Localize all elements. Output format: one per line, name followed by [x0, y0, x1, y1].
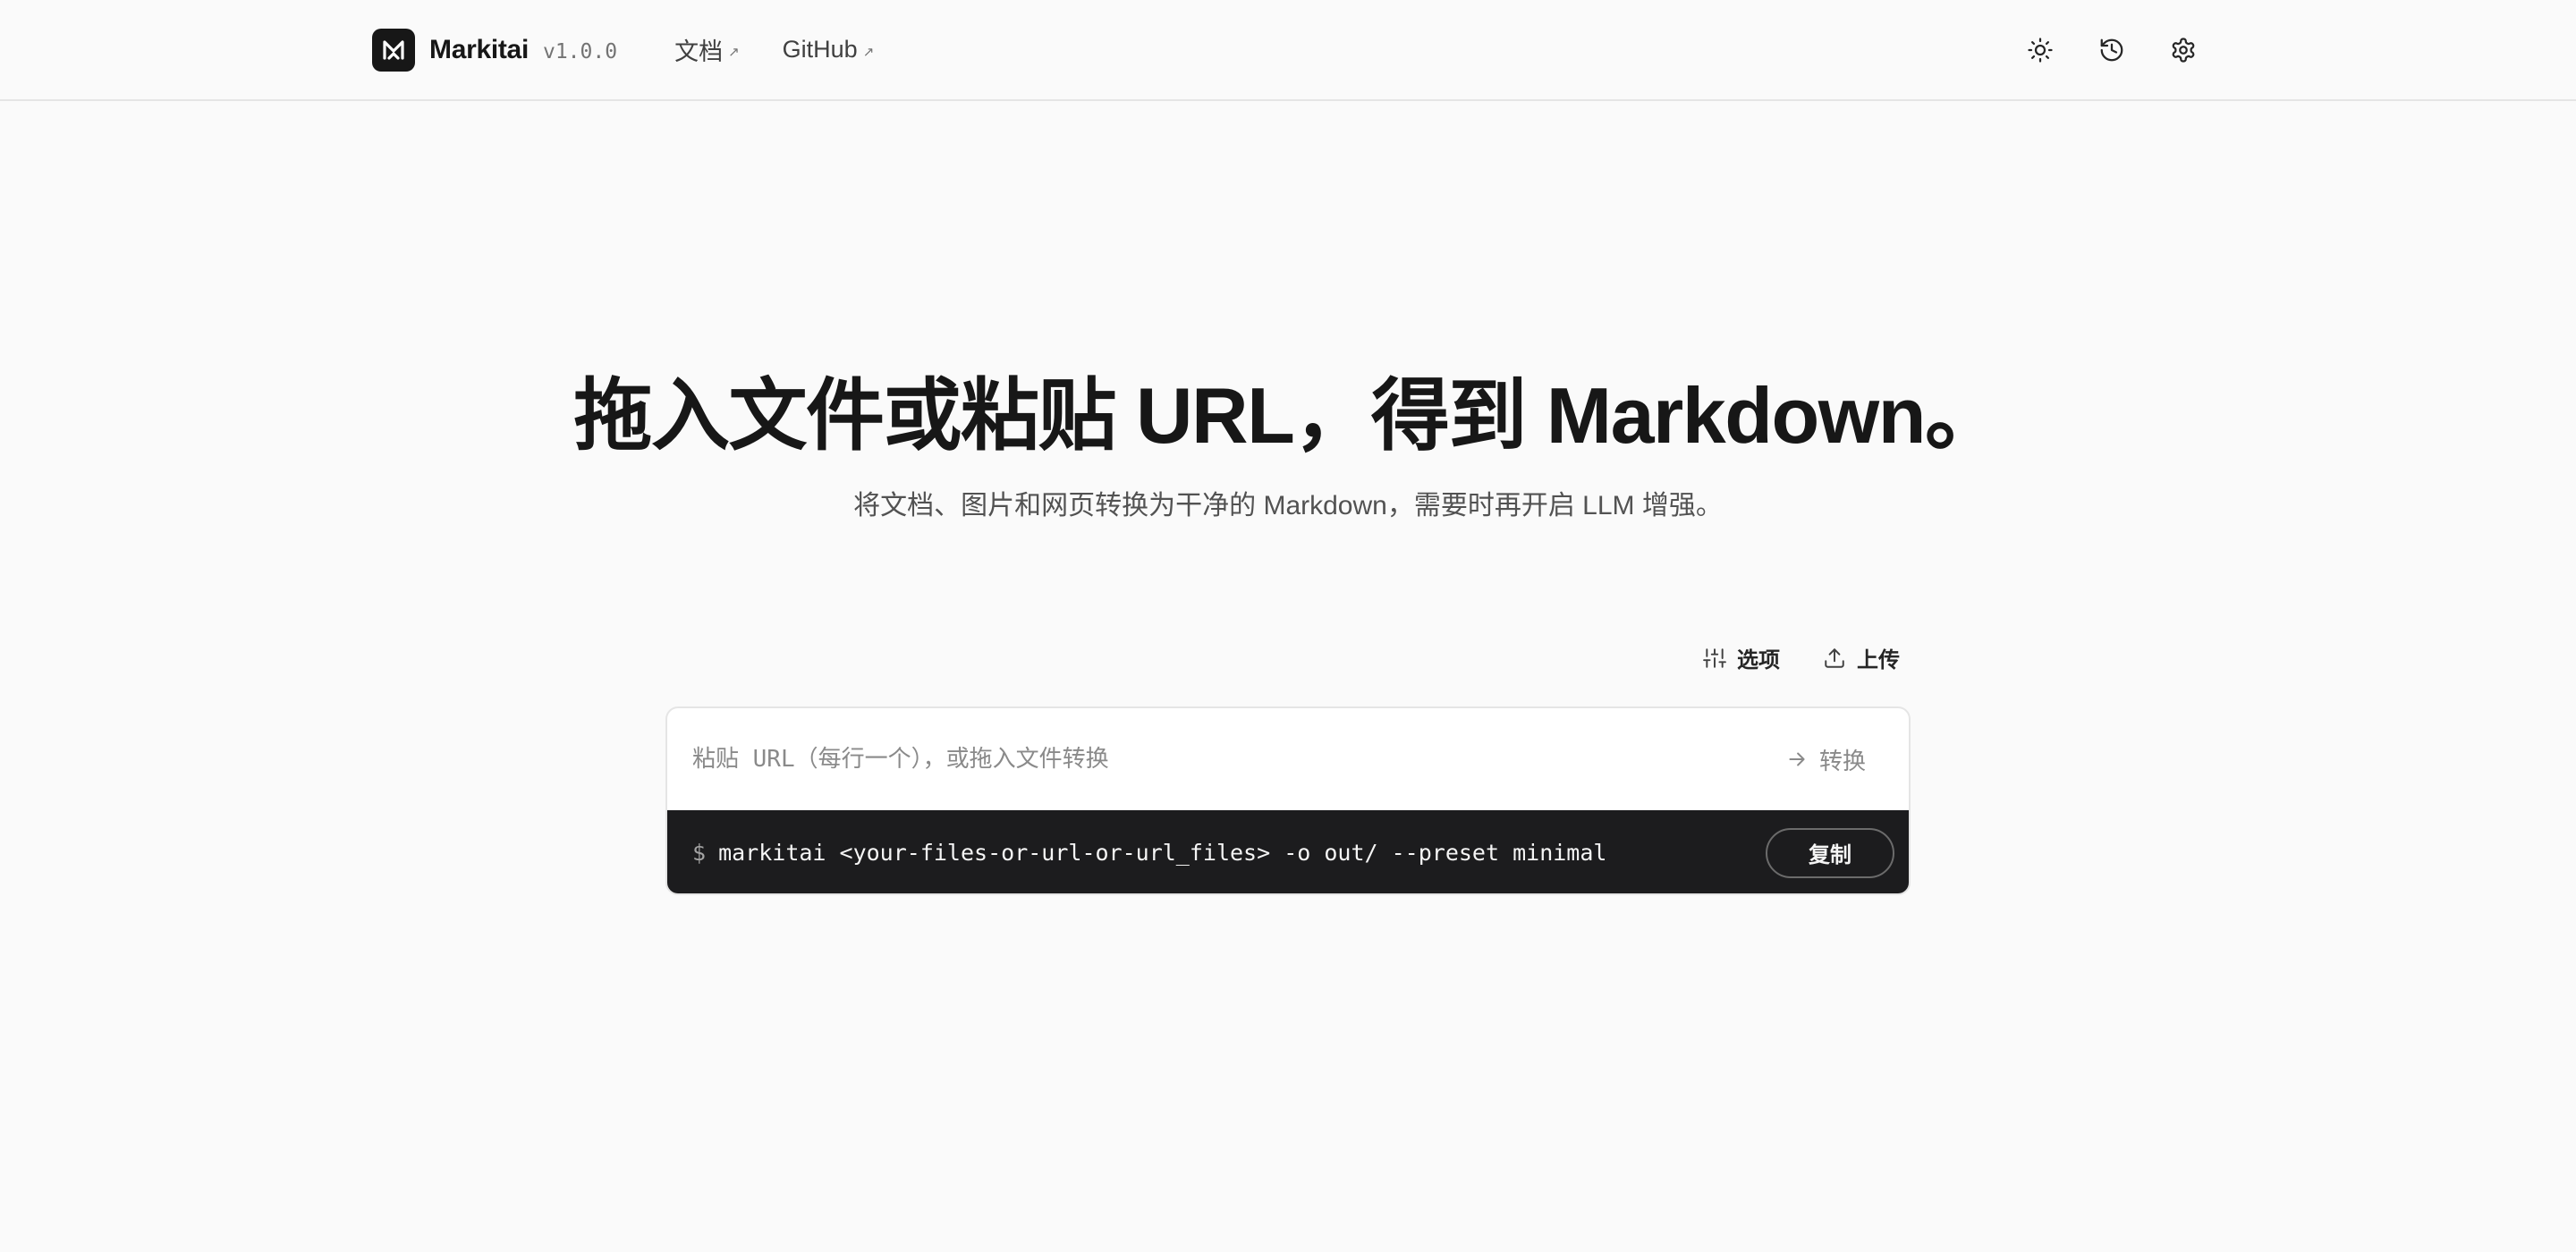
url-input-row: 转换 [667, 708, 1909, 810]
settings-button[interactable] [2163, 30, 2204, 71]
external-link-icon: ↗ [862, 44, 875, 60]
header-inner: Markitai v1.0.0 文档 ↗ GitHub ↗ [372, 0, 2204, 99]
logo-mark-icon [383, 39, 404, 60]
cli-command[interactable]: $ markitai <your-files-or-url-or-url_file… [667, 840, 1606, 866]
upload-label: 上传 [1857, 648, 1900, 673]
theme-toggle-button[interactable] [2020, 30, 2061, 71]
nav-link-docs-label: 文档 [674, 38, 724, 65]
nav-link-docs[interactable]: 文档 ↗ [674, 32, 740, 67]
cli-prompt: $ [692, 840, 707, 866]
copy-button[interactable]: 复制 [1766, 827, 1894, 878]
nav-link-github[interactable]: GitHub ↗ [783, 36, 875, 63]
brand-name[interactable]: Markitai [429, 35, 529, 65]
gear-icon [2172, 37, 2195, 63]
upload-button[interactable]: 上传 [1819, 637, 1903, 679]
input-toolbar: 选项 上传 [1699, 637, 1903, 679]
convert-button[interactable]: 转换 [1785, 743, 1866, 776]
convert-card: 转换 $ markitai <your-files-or-url-or-url_f… [665, 706, 1911, 895]
history-icon [2100, 38, 2123, 61]
nav-link-github-label: GitHub [782, 36, 858, 63]
external-link-icon: ↗ [728, 44, 740, 60]
top-header: Markitai v1.0.0 文档 ↗ GitHub ↗ [0, 0, 2576, 101]
sun-icon [2028, 37, 2053, 63]
convert-label: 转换 [1818, 747, 1866, 774]
cli-command-text: markitai <your-files-or-url-or-url_files… [718, 840, 1607, 866]
version-label: v1.0.0 [542, 39, 618, 63]
upload-icon [1825, 647, 1844, 668]
page-title: 拖入文件或粘贴 URL，得到 Markdown。 [573, 371, 2004, 460]
options-label: 选项 [1737, 648, 1780, 673]
sliders-icon [1703, 647, 1726, 668]
options-button[interactable]: 选项 [1699, 637, 1784, 679]
markitai-logo[interactable] [372, 28, 415, 72]
url-input[interactable] [667, 708, 1785, 810]
header-actions [2020, 30, 2204, 71]
arrow-right-icon [1789, 752, 1805, 766]
history-button[interactable] [2091, 30, 2132, 71]
page-subtitle: 将文档、图片和网页转换为干净的 Markdown，需要时再开启 LLM 增强。 [853, 491, 1723, 520]
cli-command-bar: $ markitai <your-files-or-url-or-url_file… [667, 810, 1909, 893]
top-nav: 文档 ↗ GitHub ↗ [674, 32, 874, 67]
